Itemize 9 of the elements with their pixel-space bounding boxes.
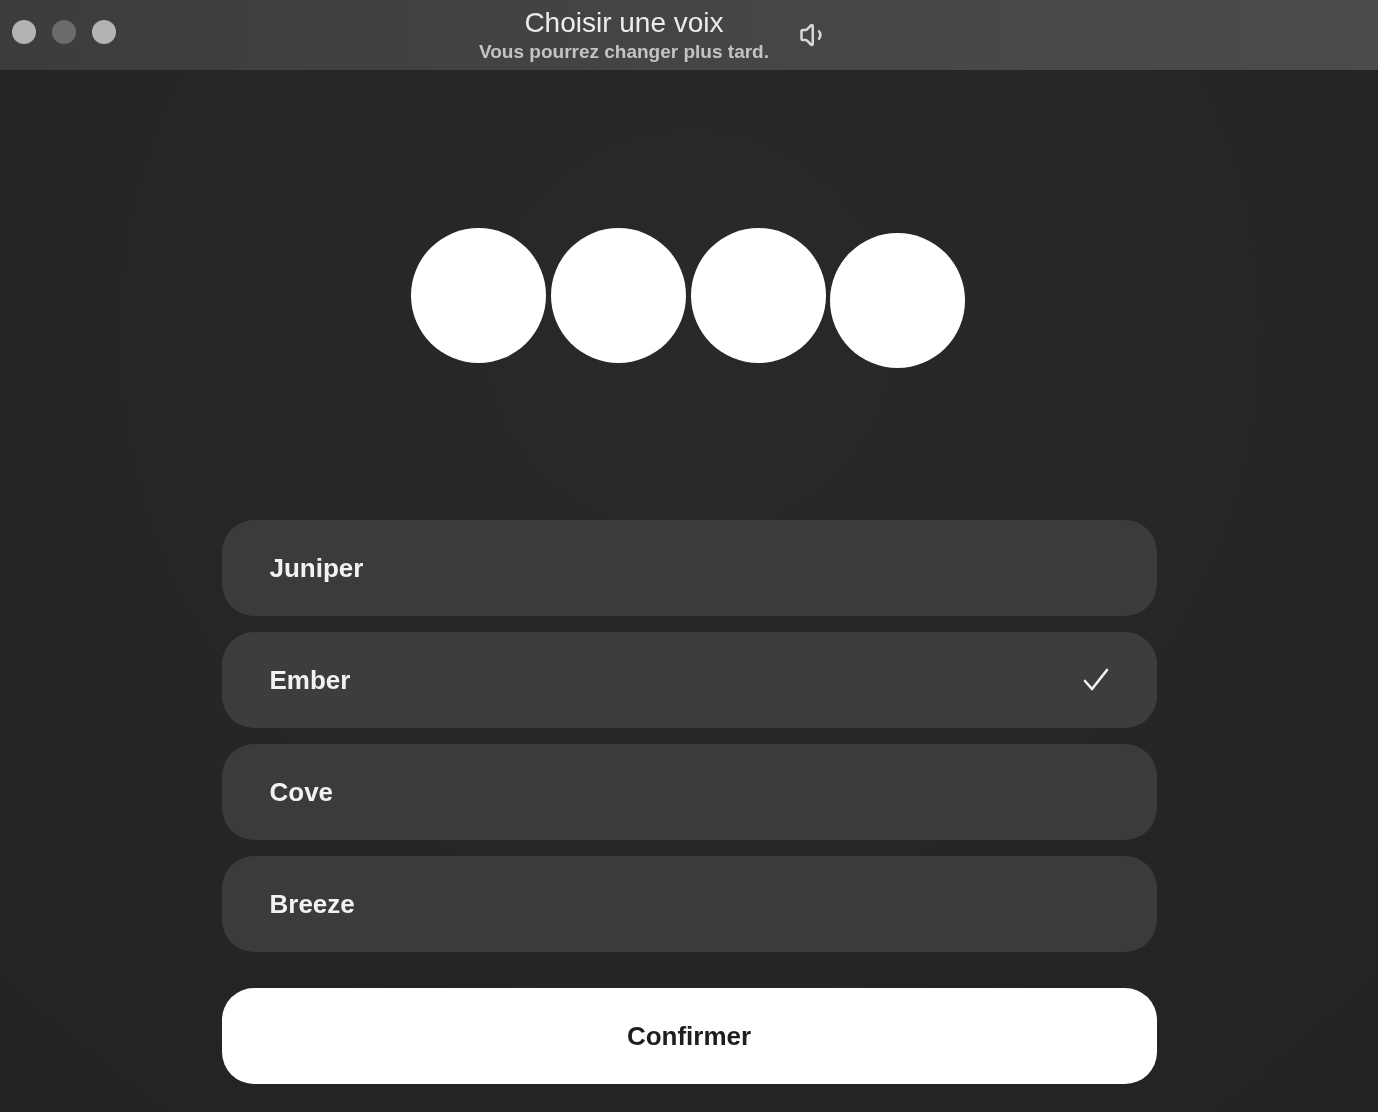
window-subtitle: Vous pourrez changer plus tard. xyxy=(479,40,769,64)
voice-option[interactable]: Ember xyxy=(221,632,1157,728)
close-button[interactable] xyxy=(12,20,36,44)
confirm-button[interactable]: Confirmer xyxy=(221,988,1157,1084)
zoom-button[interactable] xyxy=(92,20,116,44)
voice-option[interactable]: Juniper xyxy=(221,520,1157,616)
voice-option[interactable]: Cove xyxy=(221,744,1157,840)
voice-option[interactable]: Breeze xyxy=(221,856,1157,952)
window-title: Choisir une voix xyxy=(524,6,724,40)
